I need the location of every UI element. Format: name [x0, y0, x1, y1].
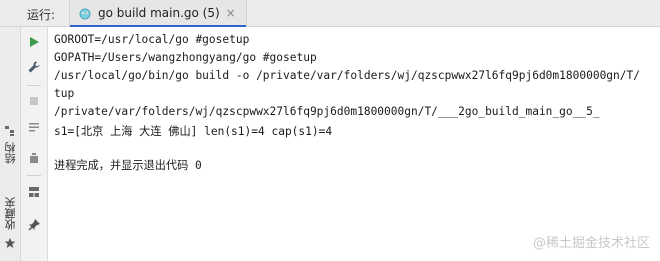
left-side-bar: 结构 收藏夹: [0, 27, 21, 261]
favorites-side-tab[interactable]: 收藏夹: [3, 197, 19, 230]
console-line: GOPATH=/Users/wangzhongyang/go #gosetup: [54, 51, 317, 64]
console-line: tup: [54, 87, 75, 100]
run-label: 运行:: [27, 8, 56, 22]
pin-icon[interactable]: [27, 218, 41, 232]
console-line: /usr/local/go/bin/go build -o /private/v…: [54, 69, 640, 82]
watermark: @稀土掘金技术社区: [532, 236, 650, 251]
toolbar-separator: [27, 175, 41, 176]
structure-side-tab[interactable]: 结构: [3, 142, 19, 164]
run-tab[interactable]: go build main.go (5) ×: [69, 0, 247, 27]
tab-title: go build main.go (5): [98, 6, 220, 20]
wrench-icon[interactable]: [27, 60, 41, 74]
console-toolbar: [21, 27, 48, 261]
console-line: /private/var/folders/wj/qzscpwwx27l6fq9p…: [54, 105, 600, 118]
tab-close-icon[interactable]: ×: [226, 6, 236, 20]
clear-icon[interactable]: [27, 151, 41, 165]
run-icon[interactable]: [27, 35, 41, 49]
console-line: s1=[北京 上海 大连 佛山] len(s1)=4 cap(s1)=4: [54, 125, 333, 138]
structure-icon: [5, 126, 14, 136]
console-line: GOROOT=/usr/local/go #gosetup: [54, 33, 250, 46]
stop-icon[interactable]: [27, 94, 41, 108]
toolbar-separator: [27, 85, 41, 86]
console-line: 进程完成，并显示退出代码 0: [54, 159, 202, 172]
run-toolbar: 运行: go build main.go (5) ×: [0, 0, 660, 27]
console-output[interactable]: GOROOT=/usr/local/go #gosetup GOPATH=/Us…: [48, 27, 660, 261]
soft-wrap-icon[interactable]: [27, 120, 41, 134]
go-gopher-icon: [79, 8, 91, 20]
layout-icon[interactable]: [27, 185, 41, 199]
star-icon: [4, 237, 16, 248]
